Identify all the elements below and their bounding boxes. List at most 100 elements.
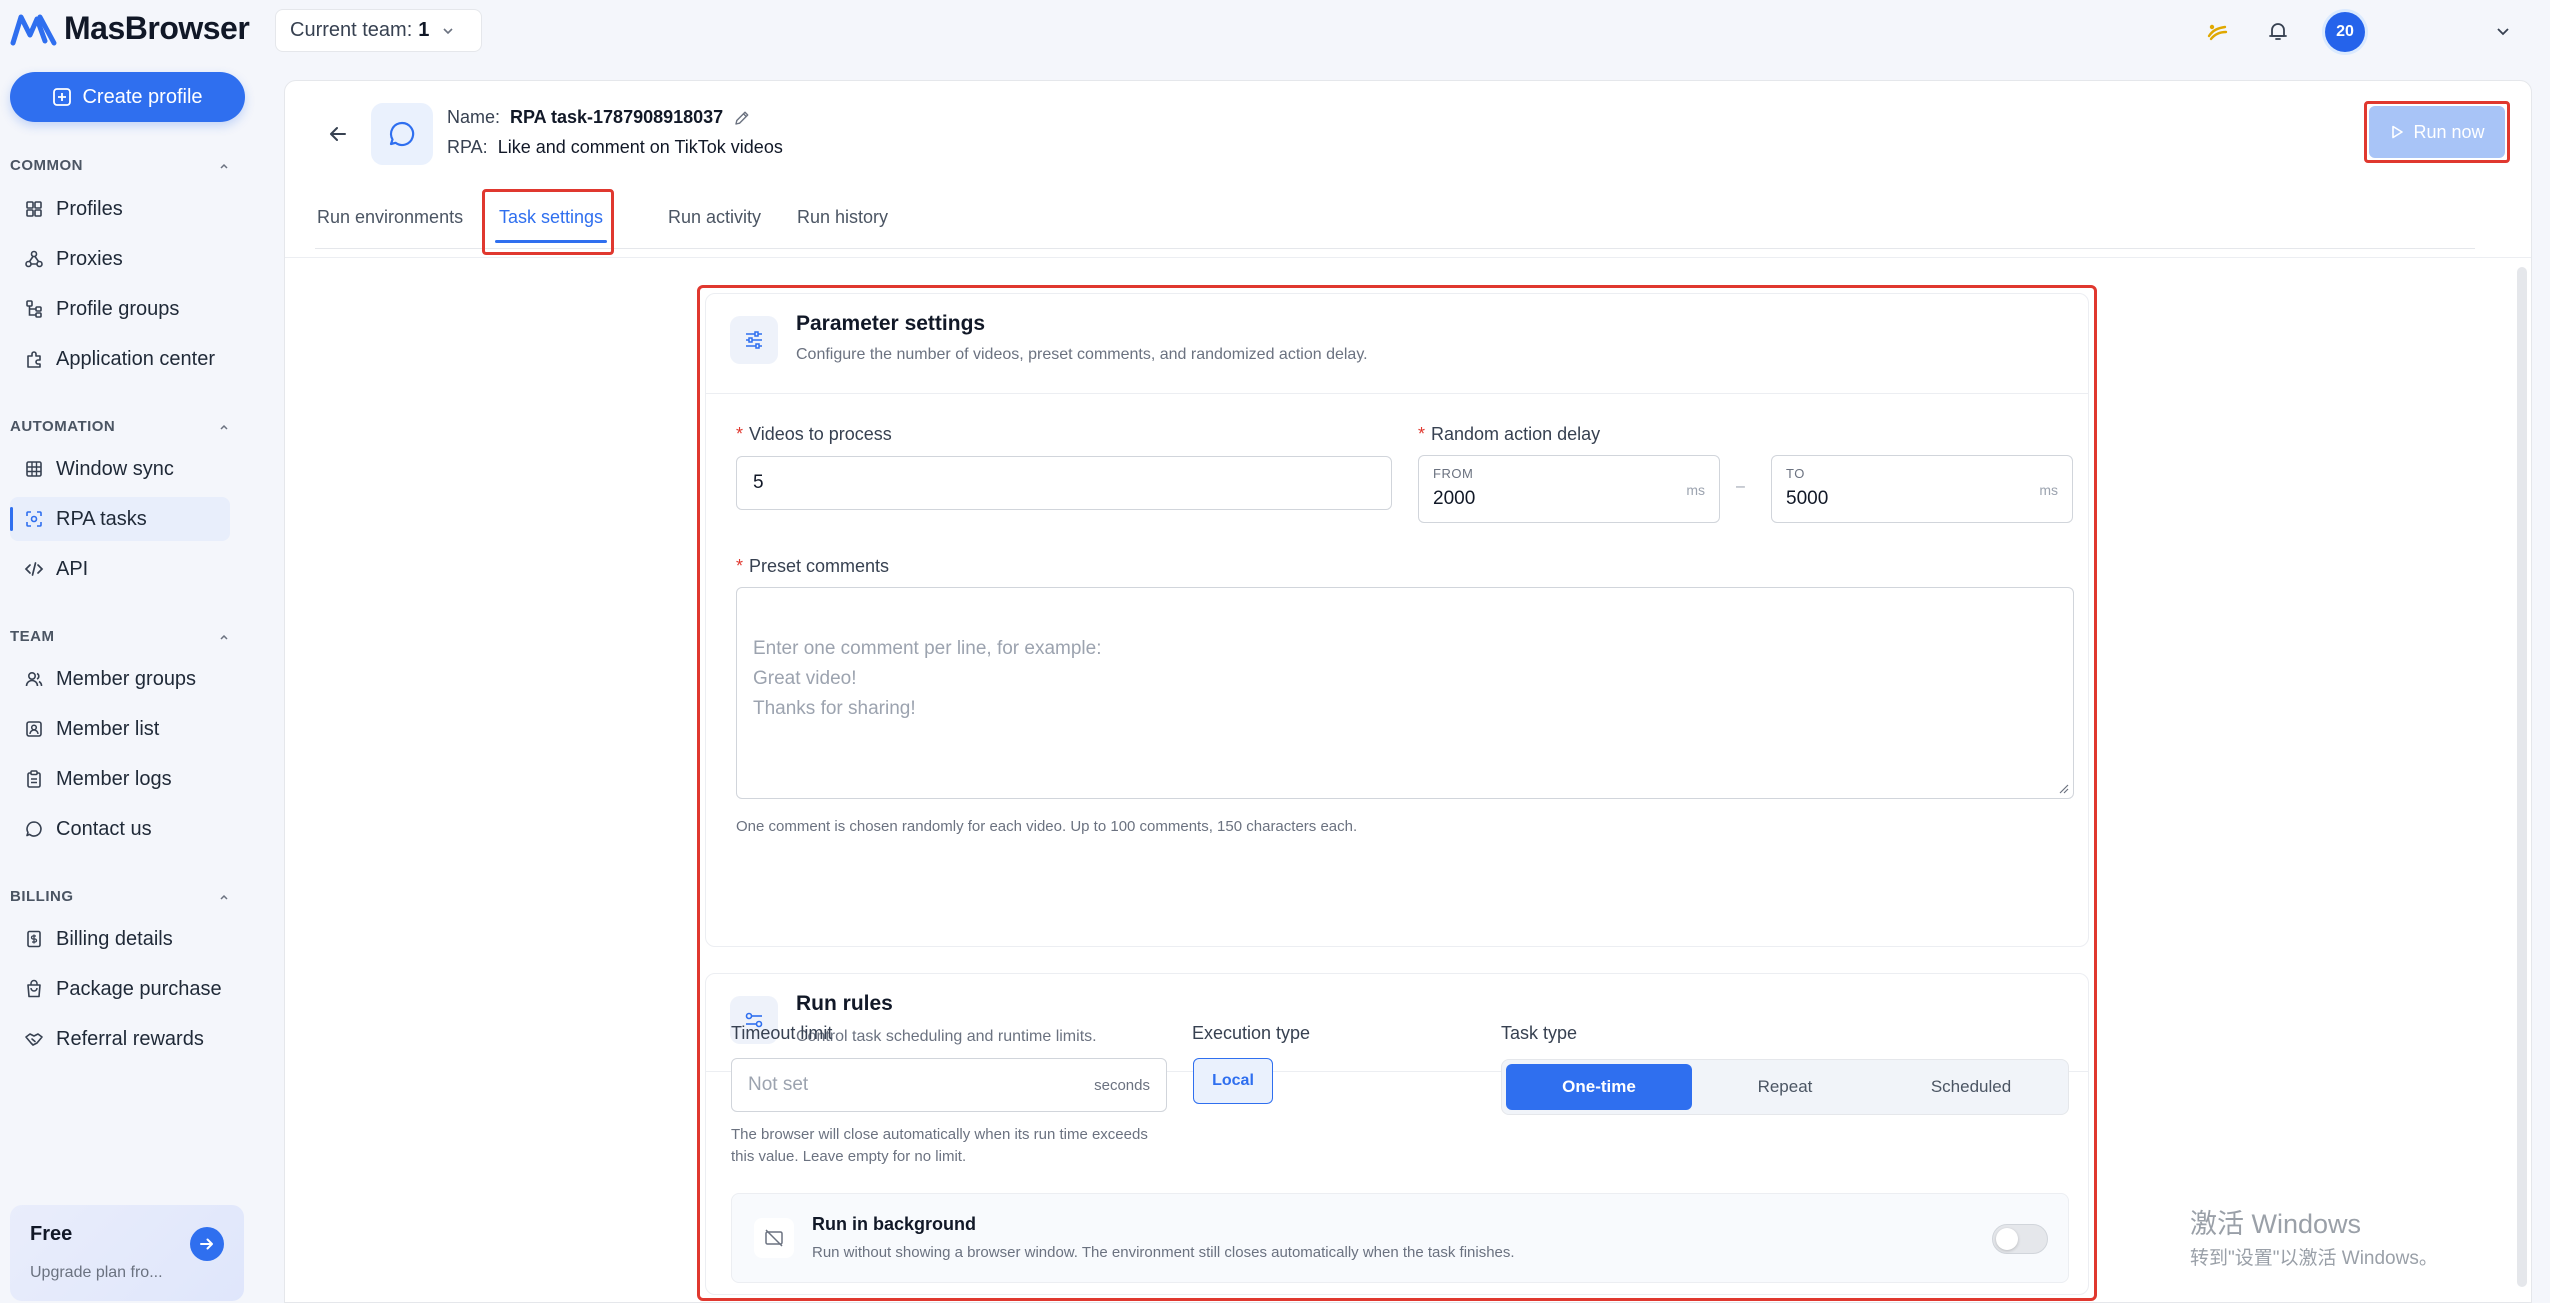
code-icon xyxy=(24,562,44,576)
sidebar-item-profiles[interactable]: Profiles xyxy=(10,187,230,231)
videos-to-process-label: * Videos to process xyxy=(736,424,892,444)
vertical-scrollbar[interactable] xyxy=(2517,267,2527,1287)
delay-to-caption: TO xyxy=(1786,466,1805,481)
notifications-button[interactable] xyxy=(2257,10,2299,52)
sidebar-item-api[interactable]: API xyxy=(10,547,230,591)
task-rpa-label: RPA: xyxy=(447,137,488,157)
section-billing[interactable]: BILLING xyxy=(10,888,230,905)
windows-activation-watermark: 激活 Windows 转到"设置"以激活 Windows。 xyxy=(2190,1202,2438,1270)
preset-comments-hint: One comment is chosen randomly for each … xyxy=(736,818,1358,835)
sidebar-item-label: Package purchase xyxy=(56,977,222,1000)
table-icon xyxy=(26,461,42,477)
tab-run-environments[interactable]: Run environments xyxy=(317,199,463,249)
sidebar-item-contact-us[interactable]: Contact us xyxy=(10,807,230,851)
team-value: 1 xyxy=(418,19,430,41)
section-automation[interactable]: AUTOMATION xyxy=(10,418,230,435)
sidebar-item-application-center[interactable]: Application center xyxy=(10,337,230,381)
resize-grip-icon[interactable] xyxy=(2057,782,2069,794)
task-type-scheduled[interactable]: Scheduled xyxy=(1878,1064,2064,1110)
section-common[interactable]: COMMON xyxy=(10,157,230,174)
run-in-background-subtitle: Run without showing a browser window. Th… xyxy=(812,1244,1515,1261)
sidebar-item-member-list[interactable]: Member list xyxy=(10,707,230,751)
chevron-up-icon xyxy=(220,163,228,169)
run-now-label: Run now xyxy=(2413,121,2485,142)
team-label: Current team: xyxy=(290,19,413,41)
account-chevron-down-icon[interactable] xyxy=(2494,22,2512,40)
sidebar-item-label: Member list xyxy=(56,717,160,740)
sidebar-item-member-groups[interactable]: Member groups xyxy=(10,657,230,701)
app-logo[interactable]: MasBrowser xyxy=(10,10,250,47)
sidebar-item-label: Application center xyxy=(56,347,215,370)
upgrade-arrow-button[interactable] xyxy=(190,1227,224,1261)
section-common-label: COMMON xyxy=(10,157,83,174)
plus-square-icon xyxy=(53,88,72,106)
user-avatar[interactable]: 20 xyxy=(2325,12,2365,52)
task-type-label: Task type xyxy=(1501,1023,1578,1043)
sidebar-item-label: Member logs xyxy=(56,767,172,790)
receipt-icon xyxy=(27,930,41,948)
section-team[interactable]: TEAM xyxy=(10,628,230,645)
chevron-up-icon xyxy=(220,424,228,430)
parameter-settings-header: Parameter settings Configure the number … xyxy=(706,294,2088,394)
back-arrow-icon[interactable] xyxy=(323,119,353,149)
sidebar-item-window-sync[interactable]: Window sync xyxy=(10,447,230,491)
run-in-background-card: Run in background Run without showing a … xyxy=(731,1193,2069,1283)
sidebar-item-rpa-tasks[interactable]: RPA tasks xyxy=(10,497,230,541)
puzzle-icon xyxy=(27,351,41,368)
watermark-line2: 转到"设置"以激活 Windows。 xyxy=(2190,1248,2438,1269)
tab-run-history[interactable]: Run history xyxy=(797,199,888,249)
delay-from-input[interactable]: FROM 2000 ms xyxy=(1418,455,1720,523)
execution-local-chip[interactable]: Local xyxy=(1193,1058,1273,1104)
theme-icon-button[interactable] xyxy=(2196,10,2238,52)
timeout-placeholder: Not set xyxy=(748,1074,809,1095)
task-name-row: Name: RPA task-1787908918037 xyxy=(447,107,751,128)
task-name-label: Name: xyxy=(447,107,501,127)
handshake-icon xyxy=(25,1033,43,1046)
create-profile-button[interactable]: Create profile xyxy=(10,72,245,122)
tab-run-activity[interactable]: Run activity xyxy=(668,199,761,249)
sidebar-item-label: Proxies xyxy=(56,247,123,270)
plan-card[interactable]: Free Upgrade plan fro... xyxy=(10,1205,244,1301)
sidebar-item-proxies[interactable]: Proxies xyxy=(10,237,230,281)
delay-to-input[interactable]: TO 5000 ms xyxy=(1771,455,2073,523)
videos-to-process-input[interactable]: 5 xyxy=(736,456,1392,510)
tree-icon xyxy=(26,300,42,318)
delay-range-dash: – xyxy=(1736,478,1745,495)
preset-comments-placeholder: Enter one comment per line, for example:… xyxy=(753,638,1102,719)
run-in-background-toggle[interactable] xyxy=(1992,1224,2048,1254)
team-selector[interactable]: Current team: 1 xyxy=(275,9,482,52)
run-now-button[interactable]: Run now xyxy=(2369,106,2505,158)
task-type-repeat[interactable]: Repeat xyxy=(1692,1064,1878,1110)
timeout-limit-input[interactable]: Not set seconds xyxy=(731,1058,1167,1112)
sidebar-item-billing-details[interactable]: Billing details xyxy=(10,917,230,961)
delay-from-caption: FROM xyxy=(1433,466,1474,481)
chevron-down-icon xyxy=(443,27,453,34)
sidebar-item-label: API xyxy=(56,557,89,580)
delay-to-value: 5000 xyxy=(1786,488,1829,509)
execution-type-label: Execution type xyxy=(1192,1023,1311,1043)
network-icon xyxy=(25,250,43,268)
sidebar-item-label: Contact us xyxy=(56,817,152,840)
task-rpa-value: Like and comment on TikTok videos xyxy=(497,137,783,157)
edit-pencil-icon[interactable] xyxy=(733,109,751,127)
watermark-line1: 激活 Windows xyxy=(2190,1209,2362,1239)
run-rules-title: Run rules xyxy=(796,992,893,1015)
sidebar-item-profile-groups[interactable]: Profile groups xyxy=(10,287,230,331)
sidebar-item-referral-rewards[interactable]: Referral rewards xyxy=(10,1017,230,1061)
scan-target-icon xyxy=(26,511,42,527)
section-billing-label: BILLING xyxy=(10,888,74,905)
sparkle-icon xyxy=(2207,24,2228,41)
task-type-one-time[interactable]: One-time xyxy=(1506,1064,1692,1110)
sidebar-item-member-logs[interactable]: Member logs xyxy=(10,757,230,801)
task-name-value: RPA task-1787908918037 xyxy=(510,107,724,127)
sidebar-item-package-purchase[interactable]: Package purchase xyxy=(10,967,230,1011)
arrow-right-icon xyxy=(200,1238,213,1250)
hidden-window-icon xyxy=(754,1218,794,1258)
delay-from-value: 2000 xyxy=(1433,488,1476,509)
timeout-hint-line1: The browser will close automatically whe… xyxy=(731,1126,1148,1143)
tab-bar: Run environments Task settings Run activ… xyxy=(315,199,2475,249)
masbrowser-logo-icon xyxy=(10,14,57,45)
timeout-hint-line2: this value. Leave empty for no limit. xyxy=(731,1148,967,1165)
run-rules-subtitle: Control task scheduling and runtime limi… xyxy=(796,1028,1097,1045)
preset-comments-textarea[interactable]: Enter one comment per line, for example:… xyxy=(736,587,2074,799)
